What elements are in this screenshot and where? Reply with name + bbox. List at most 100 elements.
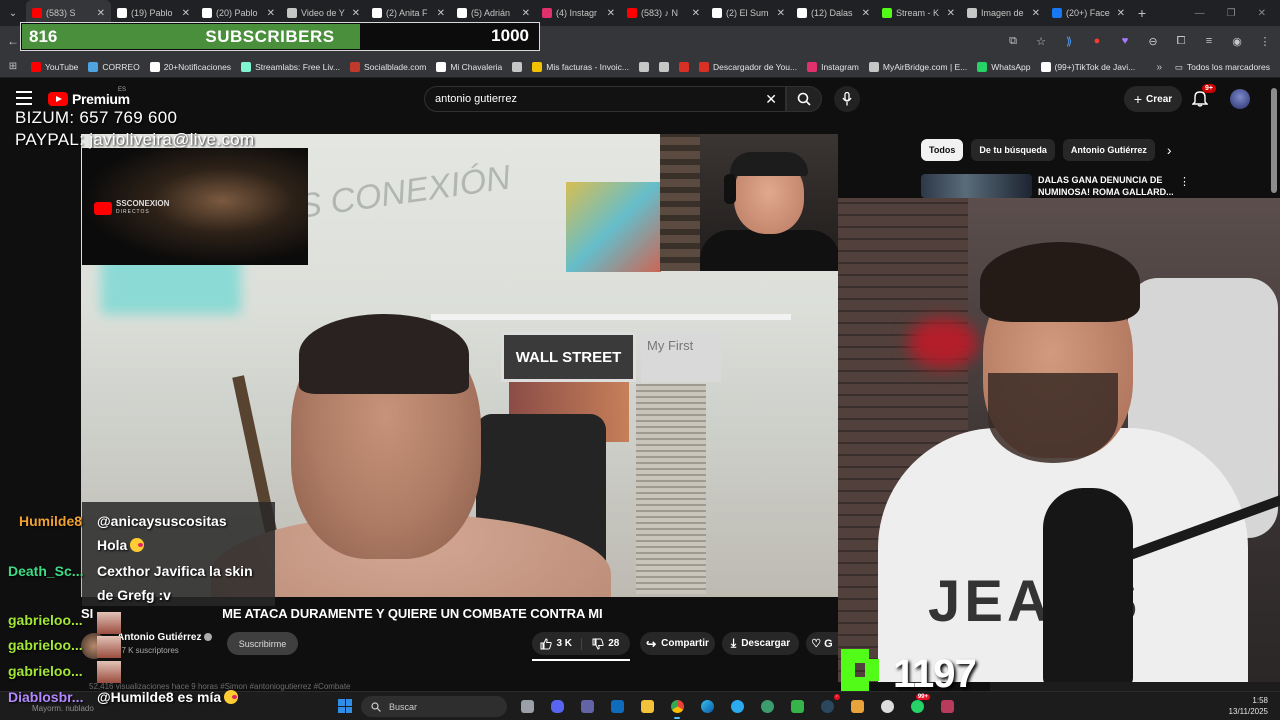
browser-tab[interactable]: (4) Instagr ✕ (536, 0, 621, 26)
teams-icon[interactable] (576, 696, 598, 717)
new-tab-button[interactable]: + (1131, 5, 1153, 21)
bookmark-item[interactable]: Streamlabs: Free Liv... (236, 61, 345, 72)
close-tab-icon[interactable]: ✕ (947, 8, 955, 19)
browser-tab[interactable]: Stream - K ✕ (876, 0, 961, 26)
close-tab-icon[interactable]: ✕ (607, 8, 615, 19)
edge-icon[interactable] (696, 696, 718, 717)
apps-grid-icon[interactable]: ⊞ (0, 61, 26, 72)
chevron-right-icon[interactable]: › (1167, 142, 1172, 158)
close-tab-icon[interactable]: ✕ (182, 8, 190, 19)
minimize-icon[interactable]: — (1195, 8, 1205, 19)
notifications-button[interactable]: 9+ (1191, 84, 1216, 109)
bookmark-item[interactable]: WhatsApp (972, 61, 1035, 72)
toolbar-icons: ⧉ ☆ ⟫ ● ♥ ⊖ ⧠ ≡ ◉ ⋮ (1006, 26, 1272, 56)
chip-all[interactable]: Todos (921, 139, 964, 161)
bookmark-item[interactable]: MyAirBridge.com | E... (864, 61, 972, 72)
discord-icon[interactable] (546, 696, 568, 717)
chrome-icon[interactable] (666, 696, 688, 719)
channel-name[interactable]: Antonio Gutiérrez (117, 632, 213, 643)
bookmark-item[interactable] (634, 61, 654, 72)
close-icon[interactable]: ✕ (1258, 8, 1266, 19)
telegram-icon[interactable] (726, 696, 748, 717)
account-avatar[interactable] (1230, 89, 1250, 109)
puzzle-icon[interactable]: ⧠ (1174, 34, 1188, 48)
bookmark-item[interactable]: Mis facturas - Invoic... (527, 61, 634, 72)
like-button[interactable]: 3 K (532, 637, 582, 650)
camtasia-icon[interactable] (786, 696, 808, 717)
browser-tab[interactable]: Imagen de ✕ (961, 0, 1046, 26)
bookmark-item[interactable]: 20+Notificaciones (145, 61, 236, 72)
media-control-icon[interactable]: ≡ (1202, 34, 1216, 48)
thanks-button[interactable]: ♡ G (806, 632, 838, 655)
app-icon[interactable] (846, 696, 868, 717)
browser-tab[interactable]: (20+) Face ✕ (1046, 0, 1131, 26)
bookmark-item[interactable]: (99+)TikTok de Javi... (1036, 61, 1141, 72)
close-tab-icon[interactable]: ✕ (692, 8, 700, 19)
close-tab-icon[interactable]: ✕ (1117, 8, 1125, 19)
weather-widget[interactable]: Mayorm. nublado (32, 704, 94, 713)
close-tab-icon[interactable]: ✕ (97, 8, 105, 19)
close-tab-icon[interactable]: ✕ (777, 8, 785, 19)
bookmarks-overflow-button[interactable]: » (1156, 56, 1162, 78)
extension-icon[interactable]: ♥ (1118, 34, 1132, 48)
task-view-icon[interactable] (516, 696, 538, 717)
system-clock[interactable]: 1:58 13/11/2025 (1229, 695, 1268, 717)
browser-tab[interactable]: (583) ♪ N ✕ (621, 0, 706, 26)
chip-channel[interactable]: Antonio Gutiérrez (1062, 139, 1155, 161)
bookmark-star-icon[interactable]: ☆ (1034, 34, 1048, 48)
close-tab-icon[interactable]: ✕ (862, 8, 870, 19)
bookmark-item[interactable] (507, 61, 527, 72)
globe-app-icon[interactable] (756, 696, 778, 717)
browser-tab[interactable]: (12) Dalas ✕ (791, 0, 876, 26)
whatsapp-icon[interactable]: 99+ (906, 694, 930, 717)
channel-subscribers: 57 K suscriptores (117, 646, 179, 655)
extension-icon[interactable]: ⟫ (1062, 34, 1076, 48)
close-tab-icon[interactable]: ✕ (522, 8, 530, 19)
more-options-icon[interactable]: ⋮ (1179, 175, 1190, 188)
steam-icon[interactable]: · (816, 694, 840, 717)
voice-search-button[interactable] (834, 86, 860, 112)
bookmark-item[interactable]: Instagram (802, 61, 864, 72)
bookmark-label: Descargador de You... (712, 61, 798, 72)
download-button[interactable]: ⤓ Descargar (722, 632, 799, 655)
close-tab-icon[interactable]: ✕ (352, 8, 360, 19)
cast-icon[interactable]: ⧉ (1006, 34, 1020, 48)
bookmark-item[interactable]: Socialblade.com (345, 61, 431, 72)
menu-icon[interactable] (16, 91, 32, 105)
youtube-logo[interactable]: Premium ES (48, 87, 130, 107)
extension-icon[interactable]: ● (1090, 34, 1104, 48)
close-tab-icon[interactable]: ✕ (1032, 8, 1040, 19)
bookmark-item[interactable]: YouTube (26, 61, 83, 72)
subscribe-button[interactable]: Suscribirme (227, 632, 298, 655)
maximize-icon[interactable]: ❐ (1227, 8, 1236, 19)
page-scrollbar[interactable] (1271, 88, 1277, 193)
share-button[interactable]: ↪ Compartir (640, 632, 715, 655)
clear-search-icon[interactable]: ✕ (765, 91, 777, 108)
profile-avatar-icon[interactable]: ◉ (1230, 34, 1244, 48)
close-tab-icon[interactable]: ✕ (437, 8, 445, 19)
bookmark-item[interactable] (674, 61, 694, 72)
logo-text: Premium (72, 91, 130, 107)
snipping-tool-icon[interactable] (936, 696, 958, 717)
bookmark-item[interactable]: Descargador de You... (694, 61, 802, 72)
windows-start-icon[interactable] (338, 699, 352, 713)
taskbar-search[interactable]: Buscar (361, 696, 507, 717)
create-button[interactable]: + Crear (1124, 86, 1182, 112)
youtube-logo-icon (94, 201, 112, 215)
bookmark-item[interactable]: Mi Chavaleria (431, 61, 507, 72)
file-explorer-icon[interactable] (636, 696, 658, 717)
bookmark-item[interactable]: CORREO (83, 61, 144, 72)
close-tab-icon[interactable]: ✕ (267, 8, 275, 19)
search-input[interactable]: antonio gutierrez ✕ (424, 86, 786, 112)
extension-icon[interactable]: ⊖ (1146, 34, 1160, 48)
chip-from-search[interactable]: De tu búsqueda (971, 139, 1055, 161)
browser-tab[interactable]: (2) El Sum ✕ (706, 0, 791, 26)
search-button[interactable] (786, 86, 822, 112)
all-bookmarks-button[interactable]: ▭ Todos los marcadores (1175, 56, 1270, 78)
recommended-video[interactable]: DALAS GANA DENUNCIA DE NUMINOSA! ROMA GA… (921, 172, 1221, 198)
obs-icon[interactable] (876, 696, 898, 717)
bookmark-item[interactable] (654, 61, 674, 72)
dislike-button[interactable]: 28 (582, 638, 631, 650)
outlook-icon[interactable] (606, 696, 628, 717)
chrome-menu-icon[interactable]: ⋮ (1258, 34, 1272, 48)
